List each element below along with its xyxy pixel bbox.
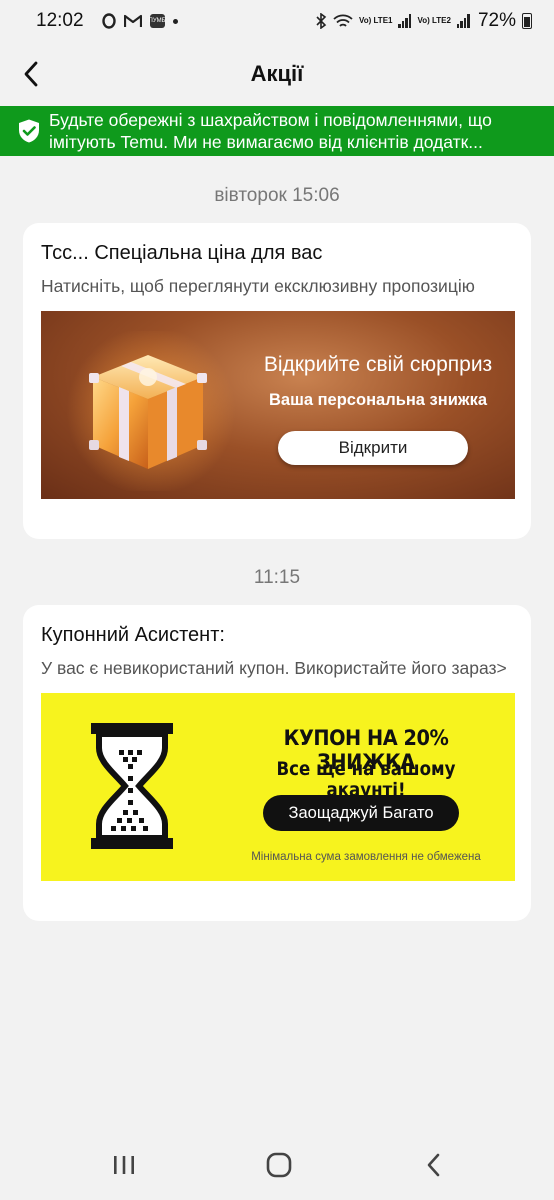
- app-header: Акції: [0, 42, 554, 106]
- save-a-lot-button[interactable]: Заощаджуй Багато: [263, 795, 459, 831]
- notification-dot-icon: [172, 18, 178, 24]
- gift-box-icon: [89, 355, 207, 469]
- message-timestamp: вівторок 15:06: [214, 185, 340, 206]
- promo-card-coupon-assistant[interactable]: Купонний Асистент: У вас є невикористани…: [23, 605, 531, 921]
- wifi-icon: [333, 14, 353, 29]
- lte1-label: Vo) LTE1: [359, 16, 393, 25]
- card-subtitle: У вас є невикористаний купон. Використай…: [41, 658, 507, 678]
- scam-warning-banner[interactable]: Будьте обережні з шахрайством і повідомл…: [0, 106, 554, 156]
- bluetooth-icon: [315, 13, 327, 29]
- shield-check-icon: [19, 119, 39, 143]
- battery-percent: 72%: [477, 10, 516, 31]
- surprise-subtitle: Ваша персональна знижка: [268, 391, 488, 409]
- battery-icon: [522, 13, 532, 29]
- card-title: Тсс... Спеціальна ціна для вас: [41, 242, 323, 264]
- hourglass-icon: [91, 723, 173, 849]
- signal-1-icon: [398, 14, 412, 28]
- card-subtitle: Натисніть, щоб переглянути ексклюзивну п…: [41, 276, 475, 296]
- home-button[interactable]: [259, 1150, 299, 1180]
- open-surprise-button[interactable]: Відкрити: [278, 431, 468, 465]
- signal-2-icon: [456, 14, 470, 28]
- home-icon: [266, 1152, 292, 1178]
- page-title: Акції: [250, 61, 304, 86]
- bank-app-icon: ПУМБ: [149, 14, 166, 28]
- recent-apps-button[interactable]: [104, 1150, 144, 1180]
- system-nav-bar: [0, 1130, 554, 1200]
- surprise-title: Відкрийте свій сюрприз: [263, 353, 493, 376]
- opera-icon: [101, 13, 116, 29]
- nav-back-button[interactable]: [414, 1150, 454, 1180]
- card-title: Купонний Асистент:: [41, 624, 225, 646]
- recent-apps-icon: [114, 1156, 134, 1174]
- surprise-banner[interactable]: Відкрийте свій сюрприз Ваша персональна …: [41, 311, 515, 499]
- coupon-banner[interactable]: КУПОН НА 20% ЗНИЖКА Все ще на вашому ака…: [41, 693, 515, 881]
- promo-card-special-price[interactable]: Тсс... Спеціальна ціна для вас Натисніть…: [23, 223, 531, 539]
- lte2-label: Vo) LTE2: [417, 16, 451, 25]
- message-timestamp: 11:15: [253, 567, 301, 588]
- back-icon: [427, 1153, 440, 1177]
- status-bar: 12:02 ПУМБ Vo) LTE1 Vo) LTE2 72%: [0, 0, 554, 42]
- status-time: 12:02: [36, 10, 84, 31]
- gmail-icon: [123, 14, 142, 28]
- warning-text: Будьте обережні з шахрайством і повідомл…: [49, 110, 492, 152]
- coupon-note: Мінімальна сума замовлення не обмежена: [251, 851, 481, 863]
